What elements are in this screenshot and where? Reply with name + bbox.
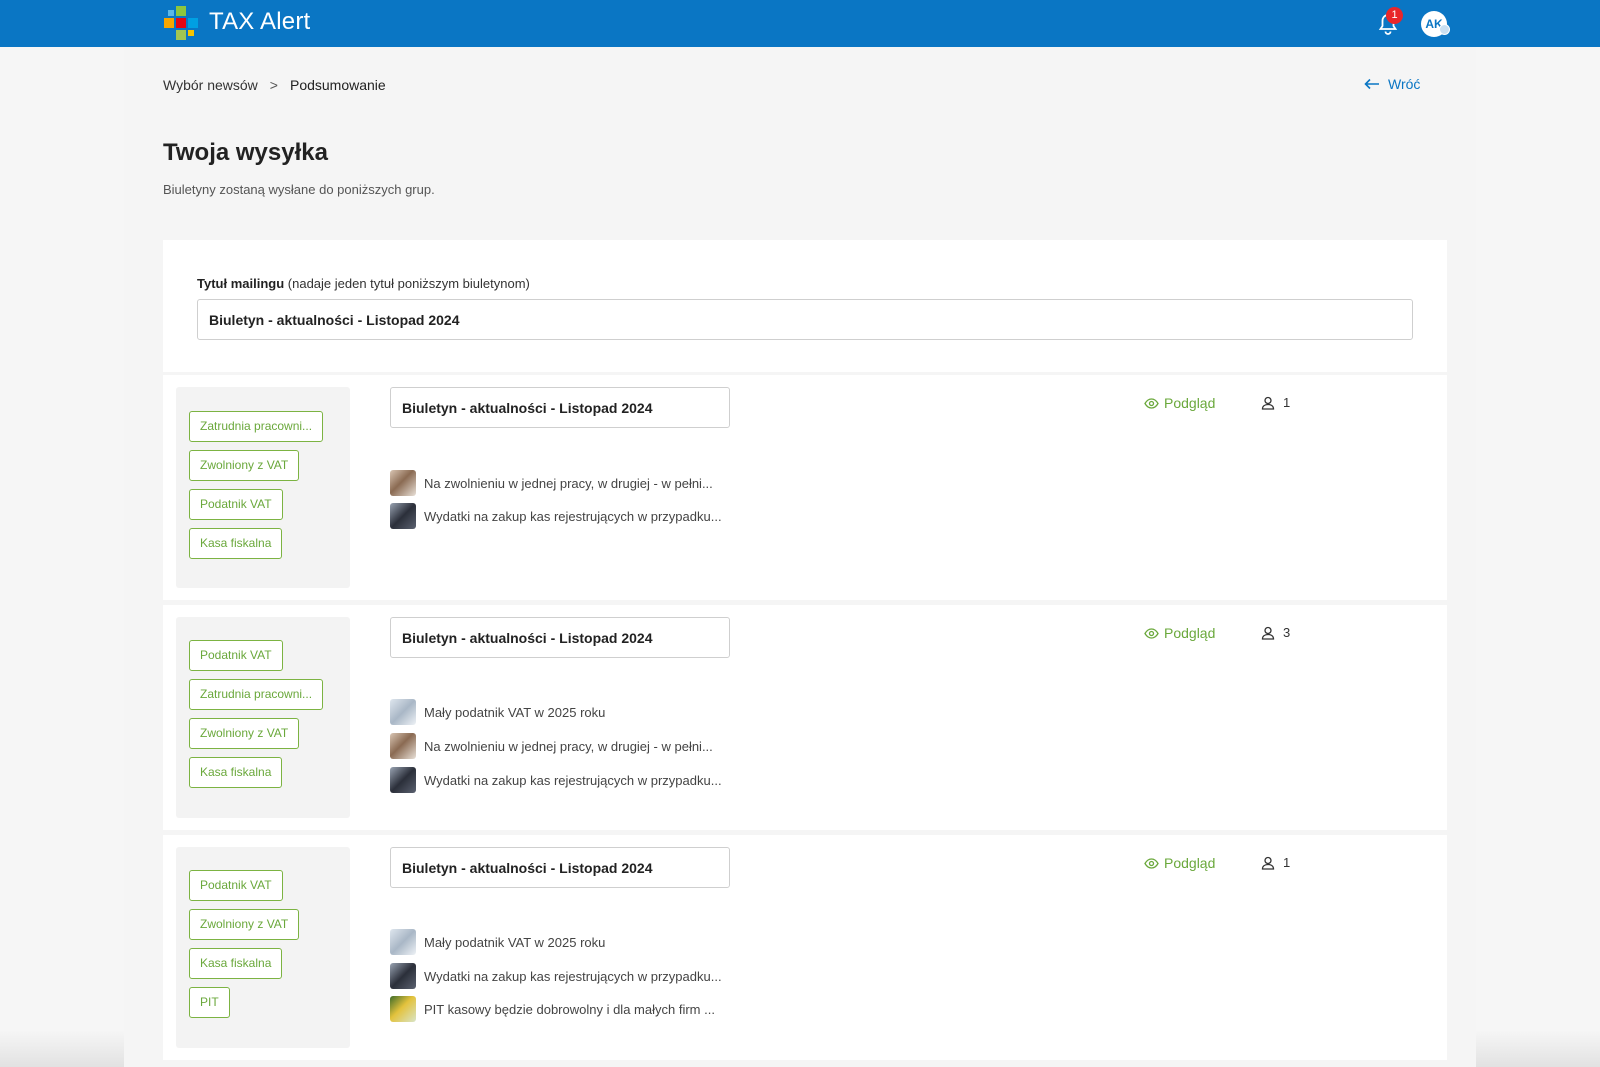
back-button[interactable]: Wróć xyxy=(1364,76,1420,92)
news-thumbnail xyxy=(390,767,416,793)
bulletin-title-input[interactable] xyxy=(390,387,730,428)
user-menu-icon[interactable] xyxy=(1439,24,1450,35)
breadcrumb: Wybór newsów > Podsumowanie xyxy=(163,77,386,93)
bottom-shade-left xyxy=(0,1030,124,1067)
news-title: Wydatki na zakup kas rejestrujących w pr… xyxy=(424,508,722,524)
news-title: Mały podatnik VAT w 2025 roku xyxy=(424,934,606,950)
user-icon xyxy=(1261,626,1275,640)
top-bar-inner: TAX Alert 1 AK xyxy=(124,0,1476,47)
page-subtitle: Biuletyny zostaną wysłane do poniższych … xyxy=(163,182,435,197)
mailing-title-label: Tytuł mailingu (nadaje jeden tytuł poniż… xyxy=(197,276,530,291)
preview-button[interactable]: Podgląd xyxy=(1144,855,1215,871)
app-title: TAX Alert xyxy=(209,8,311,35)
recipients-count: 3 xyxy=(1261,625,1290,640)
eye-icon xyxy=(1144,857,1159,869)
recipients-value: 1 xyxy=(1283,395,1291,410)
notification-badge: 1 xyxy=(1386,7,1403,24)
news-item: PIT kasowy będzie dobrowolny i dla małyc… xyxy=(390,996,715,1022)
news-thumbnail xyxy=(390,503,416,529)
preview-label: Podgląd xyxy=(1164,625,1216,641)
news-thumbnail xyxy=(390,996,416,1022)
preview-button[interactable]: Podgląd xyxy=(1144,395,1215,411)
news-title: Mały podatnik VAT w 2025 roku xyxy=(424,704,606,720)
news-title: Na zwolnieniu w jednej pracy, w drugiej … xyxy=(424,475,713,491)
mailing-title-label-hint: (nadaje jeden tytuł poniższym biuletynom… xyxy=(287,276,530,291)
bulletin-card: Zatrudnia pracowni... Zwolniony z VAT Po… xyxy=(163,375,1447,600)
bulletin-title-input[interactable] xyxy=(390,847,730,888)
group-tag[interactable]: Zwolniony z VAT xyxy=(189,450,300,481)
news-thumbnail xyxy=(390,963,416,989)
group-tag[interactable]: Zatrudnia pracowni... xyxy=(189,679,324,710)
recipients-count: 1 xyxy=(1261,395,1290,410)
news-item: Wydatki na zakup kas rejestrujących w pr… xyxy=(390,963,722,989)
back-label: Wróć xyxy=(1388,76,1421,92)
eye-icon xyxy=(1144,397,1159,409)
bulletin-card: Podatnik VAT Zatrudnia pracowni... Zwoln… xyxy=(163,605,1447,830)
news-thumbnail xyxy=(390,733,416,759)
news-item: Na zwolnieniu w jednej pracy, w drugiej … xyxy=(390,733,713,759)
group-tag[interactable]: Zwolniony z VAT xyxy=(189,909,300,940)
group-tag[interactable]: Kasa fiskalna xyxy=(189,528,283,559)
top-bar: TAX Alert 1 AK xyxy=(0,0,1600,47)
bottom-shade-right xyxy=(1476,1030,1600,1067)
group-tags: Podatnik VAT Zatrudnia pracowni... Zwoln… xyxy=(176,617,350,818)
news-item: Na zwolnieniu w jednej pracy, w drugiej … xyxy=(390,470,713,496)
news-item: Wydatki na zakup kas rejestrujących w pr… xyxy=(390,767,722,793)
news-title: Na zwolnieniu w jednej pracy, w drugiej … xyxy=(424,738,713,754)
news-thumbnail xyxy=(390,470,416,496)
preview-button[interactable]: Podgląd xyxy=(1144,625,1215,641)
user-icon xyxy=(1261,856,1275,870)
news-title: Wydatki na zakup kas rejestrujących w pr… xyxy=(424,772,722,788)
breadcrumb-step-news-selection[interactable]: Wybór newsów xyxy=(163,77,258,93)
group-tags: Podatnik VAT Zwolniony z VAT Kasa fiskal… xyxy=(176,847,350,1048)
group-tag[interactable]: Podatnik VAT xyxy=(189,640,283,671)
news-thumbnail xyxy=(390,929,416,955)
group-tag[interactable]: Zatrudnia pracowni... xyxy=(189,411,324,442)
recipients-value: 1 xyxy=(1283,855,1291,870)
breadcrumb-step-summary: Podsumowanie xyxy=(289,77,386,93)
news-title: Wydatki na zakup kas rejestrujących w pr… xyxy=(424,968,722,984)
news-thumbnail xyxy=(390,699,416,725)
mailing-title-label-main: Tytuł mailingu xyxy=(197,276,285,291)
news-title: PIT kasowy będzie dobrowolny i dla małyc… xyxy=(424,1001,715,1017)
group-tag[interactable]: PIT xyxy=(189,987,230,1018)
recipients-value: 3 xyxy=(1283,625,1291,640)
group-tag[interactable]: Zwolniony z VAT xyxy=(189,718,300,749)
page-title: Twoja wysyłka xyxy=(163,139,328,166)
breadcrumb-separator: > xyxy=(269,77,278,93)
group-tag[interactable]: Kasa fiskalna xyxy=(189,757,283,788)
user-icon xyxy=(1261,396,1275,410)
preview-label: Podgląd xyxy=(1164,855,1216,871)
group-tag[interactable]: Podatnik VAT xyxy=(189,489,283,520)
recipients-count: 1 xyxy=(1261,855,1290,870)
news-item: Mały podatnik VAT w 2025 roku xyxy=(390,699,605,725)
news-item: Mały podatnik VAT w 2025 roku xyxy=(390,929,605,955)
bulletin-card: Podatnik VAT Zwolniony z VAT Kasa fiskal… xyxy=(163,835,1447,1060)
mailing-title-input[interactable] xyxy=(197,299,1413,340)
preview-label: Podgląd xyxy=(1164,395,1216,411)
bulletin-title-input[interactable] xyxy=(390,617,730,658)
arrow-left-icon xyxy=(1364,78,1379,90)
group-tag[interactable]: Kasa fiskalna xyxy=(189,948,283,979)
mailing-title-card: Tytuł mailingu (nadaje jeden tytuł poniż… xyxy=(163,240,1447,372)
eye-icon xyxy=(1144,627,1159,639)
news-item: Wydatki na zakup kas rejestrujących w pr… xyxy=(390,503,722,529)
group-tags: Zatrudnia pracowni... Zwolniony z VAT Po… xyxy=(176,387,350,588)
tax-alert-logo-icon xyxy=(164,6,198,40)
group-tag[interactable]: Podatnik VAT xyxy=(189,870,283,901)
